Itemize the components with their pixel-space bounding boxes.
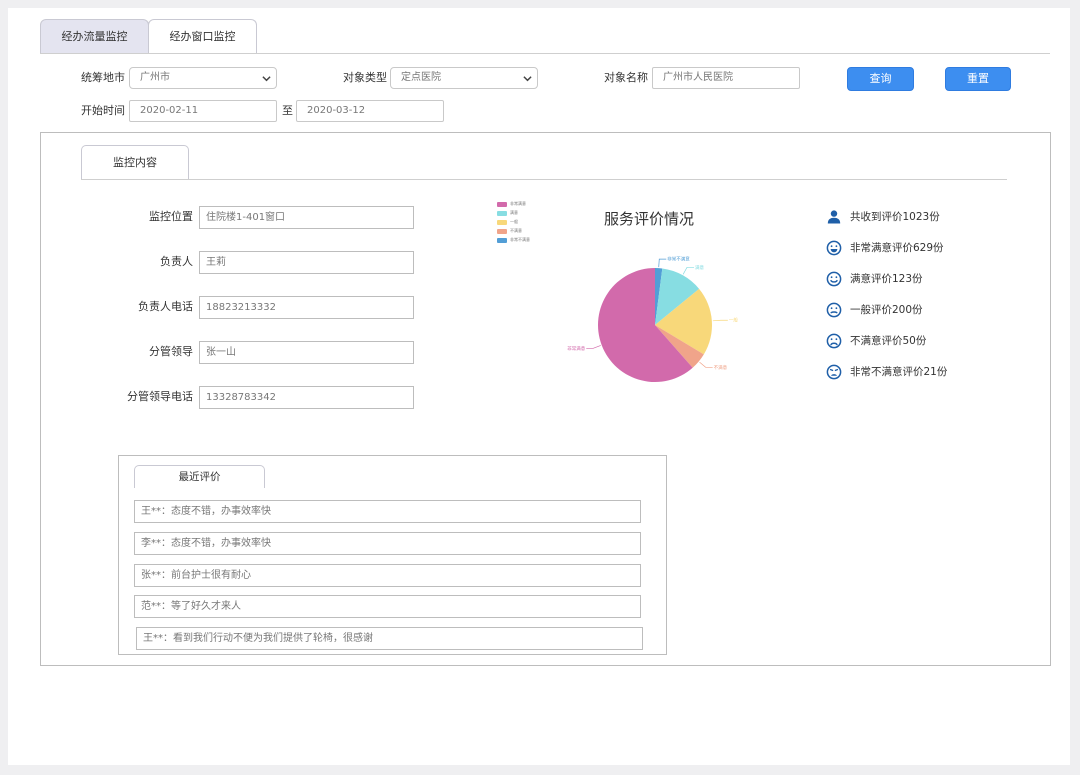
legend-label: 非常不满意 (510, 237, 530, 242)
legend-swatch (497, 202, 507, 207)
slice-label: 满意 (695, 264, 704, 271)
review-item[interactable]: 范**：等了好久才来人 (134, 595, 641, 618)
leader-phone-label: 分管领导电话 (127, 390, 193, 403)
tab-window-monitor[interactable]: 经办窗口监控 (148, 19, 257, 54)
legend-swatch (497, 211, 507, 216)
review-item[interactable]: 李**：态度不错，办事效率快 (134, 532, 641, 555)
to-label: 至 (282, 104, 293, 117)
query-button[interactable]: 查询 (847, 67, 914, 91)
end-date-input[interactable]: 2020-03-12 (296, 100, 444, 122)
manager-phone-label: 负责人电话 (138, 300, 193, 313)
slice-leader-line (712, 319, 728, 322)
review-item[interactable]: 张**：前台护士很有耐心 (134, 564, 641, 587)
tab-monitor-content[interactable]: 监控内容 (81, 145, 189, 180)
stat-satisfied-text: 满意评价123份 (850, 273, 923, 285)
very-happy-face-icon (826, 240, 842, 256)
slice-leader-line (682, 266, 695, 275)
review-item[interactable]: 王**：看到我们行动不便为我们提供了轮椅，很感谢 (136, 627, 643, 650)
smile-face-icon (826, 271, 842, 287)
chevron-down-icon (523, 76, 532, 82)
stat-very-dissatisfied-text: 非常不满意评价21份 (850, 366, 948, 378)
slice-leader-line (658, 258, 667, 268)
manager-label: 负责人 (160, 255, 193, 268)
tab-recent-reviews[interactable]: 最近评价 (134, 465, 265, 488)
region-select[interactable]: 广州市 (129, 67, 277, 89)
leader-label: 分管领导 (149, 345, 193, 358)
tab-divider (40, 53, 1050, 54)
region-select-value: 广州市 (140, 72, 170, 83)
legend-label: 非常满意 (510, 201, 526, 206)
legend-label: 一般 (510, 219, 518, 224)
slice-label: 非常满意 (567, 345, 585, 352)
leader-field[interactable]: 张一山 (199, 341, 414, 364)
region-label: 统筹地市 (81, 71, 125, 84)
start-date-input[interactable]: 2020-02-11 (129, 100, 277, 122)
name-label: 对象名称 (604, 71, 648, 84)
manager-phone-field[interactable]: 18823213332 (199, 296, 414, 319)
chevron-down-icon (262, 76, 271, 82)
user-icon (827, 210, 841, 224)
reset-button[interactable]: 重置 (945, 67, 1011, 91)
pie-chart: 非常不满意满意一般不满意 非常满意 (567, 256, 738, 382)
stat-dissatisfied-text: 不满意评价50份 (850, 335, 927, 347)
legend-swatch (497, 220, 507, 225)
chart-legend: 非常满意 满意 一般 不满意 非常不满意 (497, 201, 557, 250)
review-item[interactable]: 王**：态度不错，办事效率快 (134, 500, 641, 523)
type-select-value: 定点医院 (401, 72, 441, 83)
manager-field[interactable]: 王莉 (199, 251, 414, 274)
chart-title: 服务评价情况 (604, 210, 695, 228)
legend-label: 不满意 (510, 228, 522, 233)
very-sad-face-icon (826, 364, 842, 380)
location-label: 监控位置 (149, 210, 193, 223)
legend-label: 满意 (510, 210, 518, 215)
stat-normal-text: 一般评价200份 (850, 304, 923, 316)
leader-phone-field[interactable]: 13328783342 (199, 386, 414, 409)
slice-leader-line (699, 361, 713, 368)
stat-very-satisfied-text: 非常满意评价629份 (850, 242, 944, 254)
neutral-face-icon (826, 302, 842, 318)
slice-label: 不满意 (714, 364, 728, 371)
type-label: 对象类型 (343, 71, 387, 84)
slice-leader-line (586, 345, 601, 349)
monitor-tab-divider (81, 179, 1007, 180)
sad-face-icon (826, 333, 842, 349)
start-time-label: 开始时间 (81, 104, 125, 117)
type-select[interactable]: 定点医院 (390, 67, 538, 89)
stat-total-text: 共收到评价1023份 (850, 211, 940, 223)
legend-swatch (497, 238, 507, 243)
legend-swatch (497, 229, 507, 234)
slice-label: 一般 (729, 317, 738, 324)
name-input[interactable]: 广州市人民医院 (652, 67, 800, 89)
slice-label: 非常不满意 (667, 256, 690, 263)
tab-flow-monitor[interactable]: 经办流量监控 (40, 19, 149, 54)
location-field[interactable]: 住院楼1-401窗口 (199, 206, 414, 229)
